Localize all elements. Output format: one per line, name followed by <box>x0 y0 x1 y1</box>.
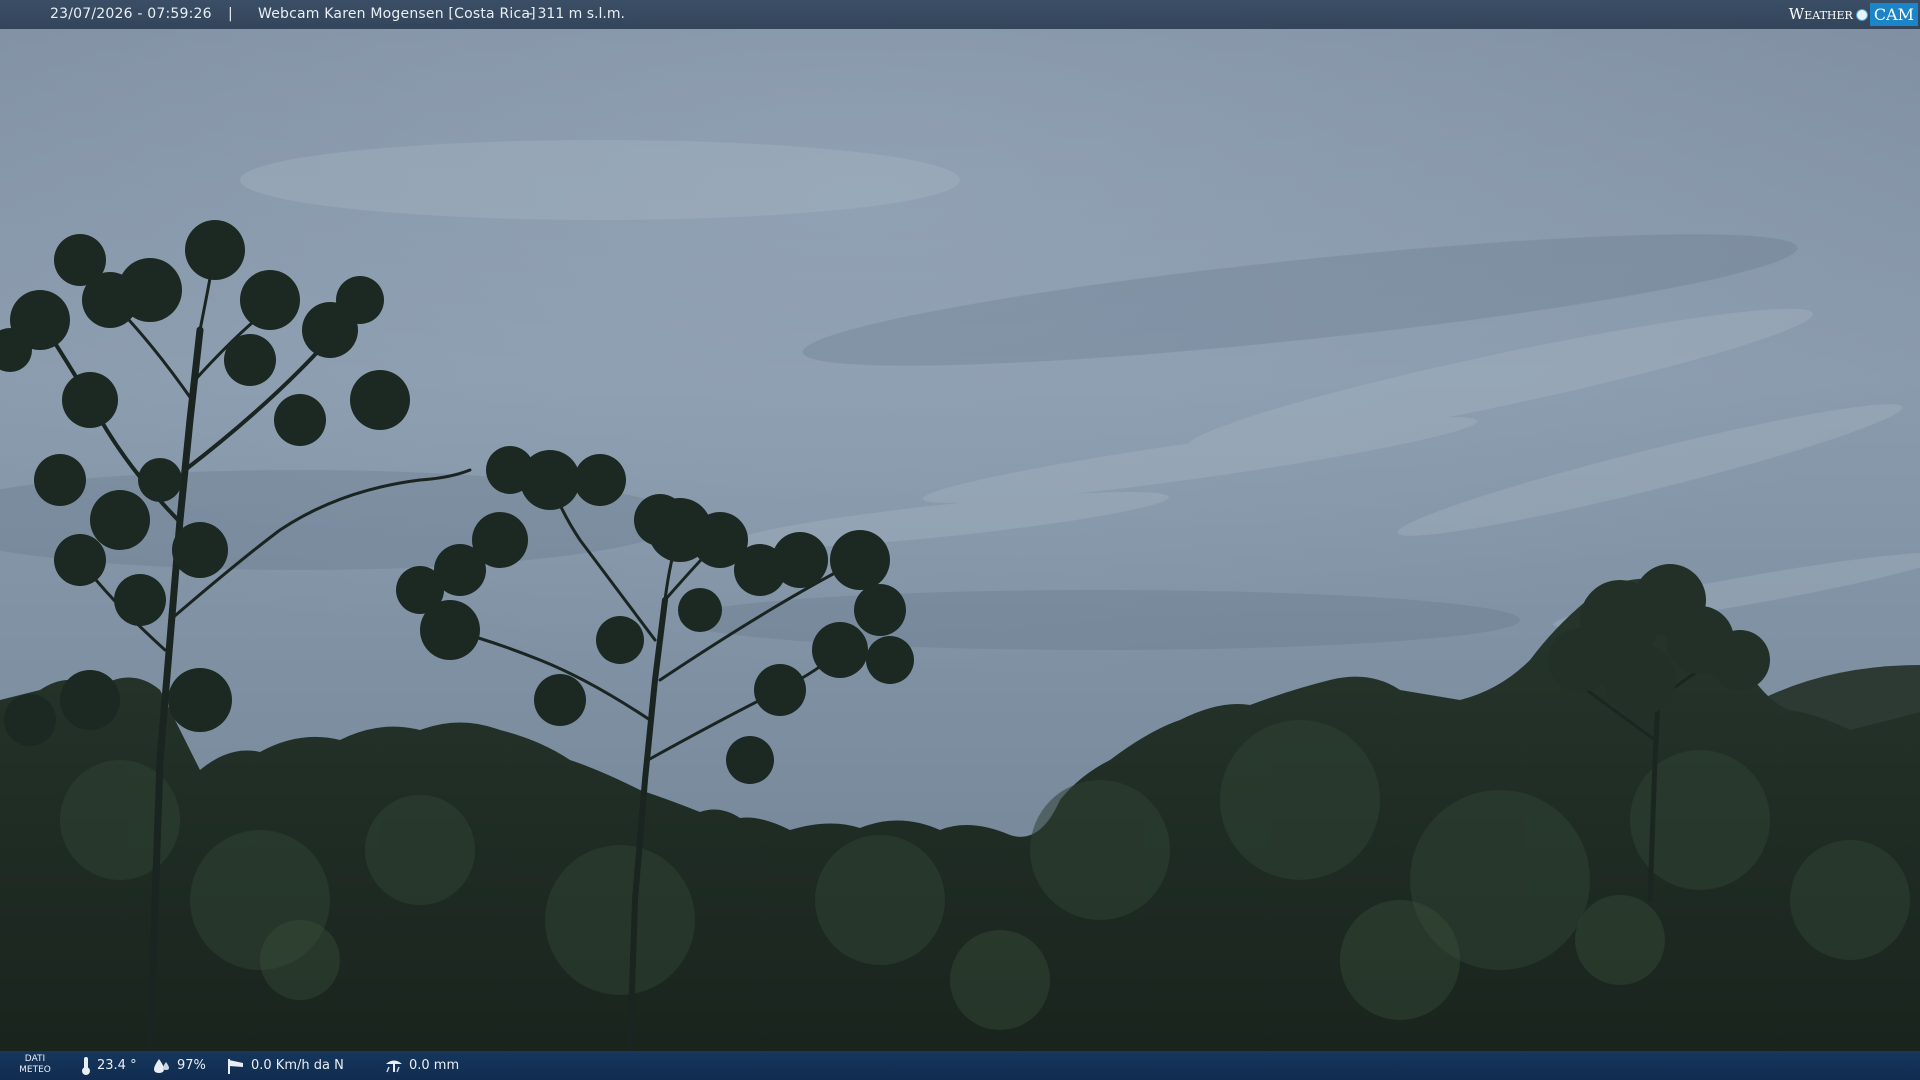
wind-value: 0.0 Km/h da N <box>251 1058 344 1073</box>
temperature-readout: 23.4 ° <box>80 1051 137 1080</box>
humidity-value: 97% <box>177 1058 206 1073</box>
wind-readout: 0.0 Km/h da N <box>226 1051 344 1080</box>
webcam-scene <box>0 0 1920 1080</box>
overlay-header-bar: 23/07/2026 - 07:59:26 | Webcam Karen Mog… <box>0 0 1920 29</box>
header-separator: | <box>228 6 233 22</box>
webcam-title: Webcam Karen Mogensen [Costa Rica] <box>258 6 536 22</box>
rain-value: 0.0 mm <box>409 1058 460 1073</box>
weathercam-logo: Weather CAM <box>1789 2 1918 27</box>
altitude: - 311 m s.l.m. <box>528 6 625 22</box>
humidity-drop-icon <box>154 1058 169 1073</box>
logo-dot-icon <box>1855 8 1868 21</box>
temperature-value: 23.4 ° <box>97 1058 137 1073</box>
timestamp: 23/07/2026 - 07:59:26 <box>50 6 212 22</box>
webcam-frame: 23/07/2026 - 07:59:26 | Webcam Karen Mog… <box>0 0 1920 1080</box>
rain-gauge-icon <box>386 1060 402 1072</box>
weather-label-line1: DATI <box>24 1054 46 1064</box>
humidity-readout: 97% <box>152 1051 206 1080</box>
logo-cam: CAM <box>1869 3 1918 26</box>
overlay-weather-bar: DATI METEO 23.4 ° 97% 0.0 Km/h da N 0.0 … <box>0 1051 1920 1080</box>
rain-readout: 0.0 mm <box>384 1051 459 1080</box>
logo-word: Weather <box>1788 5 1853 23</box>
windsock-icon <box>228 1058 243 1074</box>
weather-label-line2: METEO <box>19 1065 51 1075</box>
thermometer-icon <box>82 1056 90 1075</box>
weather-data-label: DATI METEO <box>18 1054 52 1076</box>
